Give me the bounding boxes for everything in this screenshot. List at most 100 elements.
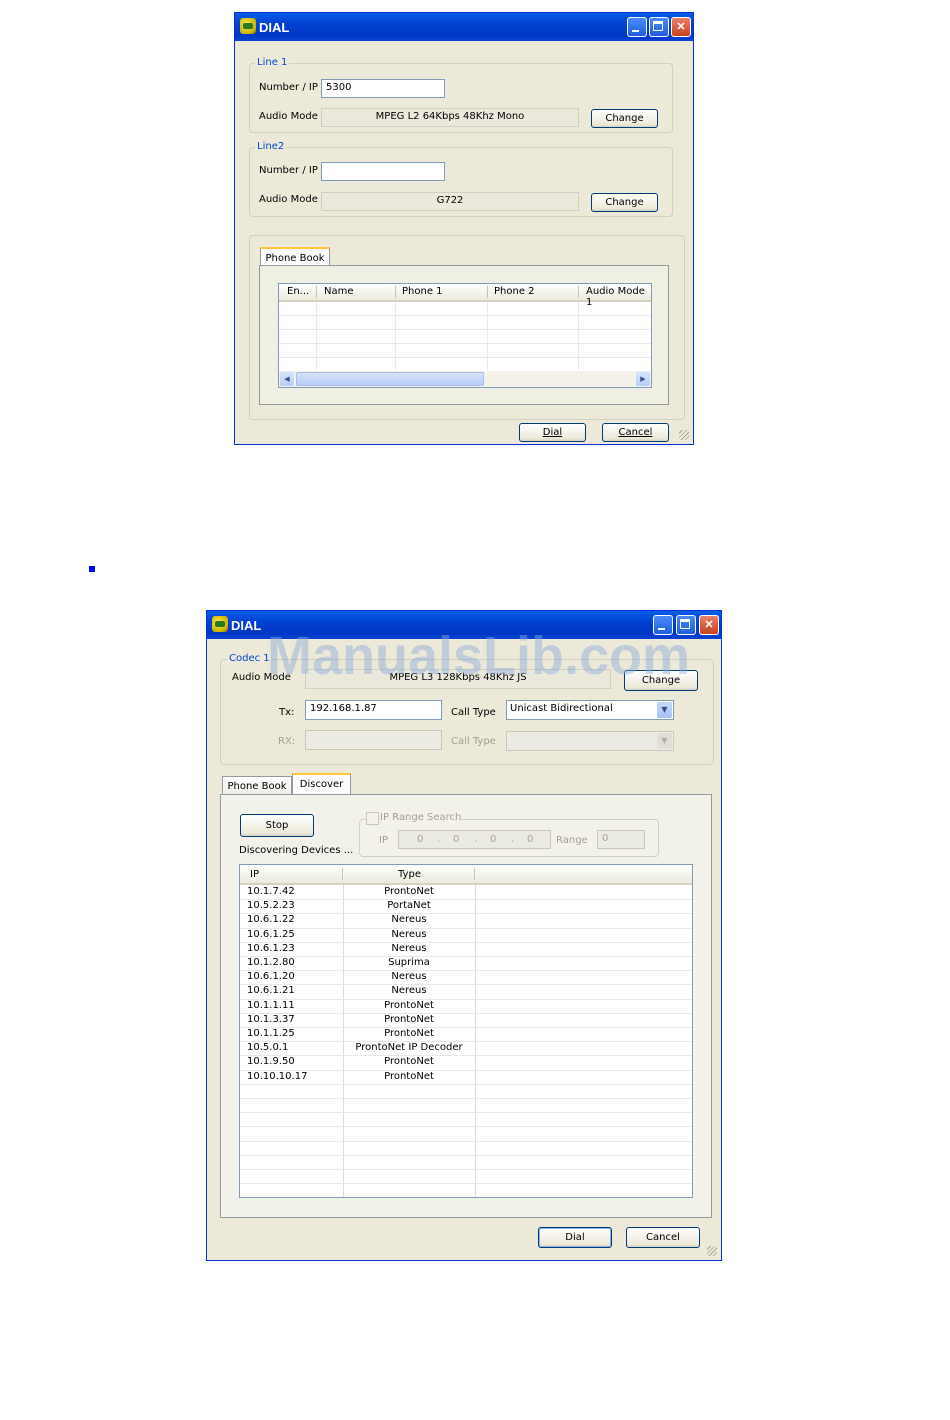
app-icon <box>240 18 256 34</box>
line2-audio-value: G722 <box>321 192 579 211</box>
dial-button[interactable]: Dial <box>538 1227 612 1248</box>
line2-change-button[interactable]: Change <box>591 193 658 212</box>
device-row[interactable]: 10.1.7.42 ProntoNet <box>240 886 692 900</box>
col-name[interactable]: Name <box>324 286 354 297</box>
minimize-button[interactable] <box>627 17 647 37</box>
device-ip: 10.6.1.23 <box>247 942 295 954</box>
cancel-button[interactable]: Cancel <box>626 1227 700 1248</box>
line1-audio-value: MPEG L2 64Kbps 48Khz Mono <box>321 108 579 127</box>
device-type: ProntoNet IP Decoder <box>355 1042 463 1054</box>
resize-grip[interactable] <box>707 1246 717 1256</box>
device-row[interactable]: 10.1.2.80 Suprima <box>240 957 692 971</box>
codec-legend: Codec 1 <box>227 653 272 664</box>
device-row[interactable]: 10.5.0.1 ProntoNet IP Decoder <box>240 1042 692 1056</box>
chevron-down-icon: ▼ <box>657 733 672 749</box>
phonebook-grid[interactable]: En... Name Phone 1 Phone 2 Audio Mode 1 … <box>278 283 652 388</box>
device-row[interactable]: 10.6.1.23 Nereus <box>240 943 692 957</box>
col-phone1[interactable]: Phone 1 <box>402 286 443 297</box>
device-row[interactable]: 10.1.1.11 ProntoNet <box>240 1000 692 1014</box>
device-row[interactable]: 10.5.2.23 PortaNet <box>240 900 692 914</box>
scroll-right-arrow[interactable]: ▶ <box>636 372 650 386</box>
chevron-down-icon[interactable]: ▼ <box>657 702 672 718</box>
device-ip: 10.5.0.1 <box>247 1042 289 1054</box>
device-ip: 10.1.9.50 <box>247 1056 295 1068</box>
close-button[interactable]: ✕ <box>699 615 719 635</box>
line1-change-button[interactable]: Change <box>591 109 658 128</box>
line2-number-label: Number / IP <box>259 165 318 176</box>
col-phone2[interactable]: Phone 2 <box>494 286 535 297</box>
device-ip: 10.1.2.80 <box>247 957 295 968</box>
device-row[interactable]: 10.6.1.20 Nereus <box>240 971 692 985</box>
cancel-button[interactable]: Cancel <box>602 423 669 442</box>
dialog-body: Line 1 Number / IP 5300 Audio Mode MPEG … <box>237 41 691 442</box>
device-ip: 10.6.1.22 <box>247 914 295 926</box>
list-bullet <box>89 566 95 572</box>
device-type: Nereus <box>391 942 427 954</box>
device-type: ProntoNet <box>384 999 434 1011</box>
dial-button[interactable]: Dial <box>519 423 586 442</box>
tab-phone-book[interactable]: Phone Book <box>222 776 292 796</box>
tx-label: Tx: <box>279 707 295 718</box>
range-field: 0 <box>597 830 645 849</box>
devices-list[interactable]: IP Type 10.1.7.42 ProntoNet 10.5.2.23 Porta… <box>239 864 693 1198</box>
horizontal-scrollbar[interactable]: ◀ ▶ <box>279 371 651 387</box>
device-type: ProntoNet <box>384 1013 434 1025</box>
call-type-value: Unicast Bidirectional <box>510 703 613 714</box>
stop-button[interactable]: Stop <box>240 814 314 837</box>
window-title: DIAL <box>259 20 290 35</box>
line1-number-label: Number / IP <box>259 82 318 93</box>
title-bar: DIAL ✕ <box>235 13 693 41</box>
rx-label: RX: <box>278 736 296 747</box>
device-row[interactable]: 10.6.1.25 Nereus <box>240 929 692 943</box>
device-ip: 10.6.1.25 <box>247 928 295 940</box>
call-type-2-select: ▼ <box>506 731 674 751</box>
status-text: Discovering Devices ... <box>239 845 354 856</box>
line1-number-field[interactable]: 5300 <box>321 79 445 98</box>
col-entry[interactable]: En... <box>287 286 309 297</box>
row-divider <box>240 1112 692 1114</box>
device-row[interactable]: 10.1.9.50 ProntoNet <box>240 1056 692 1070</box>
device-row[interactable]: 10.6.1.21 Nereus <box>240 985 692 999</box>
device-ip: 10.1.7.42 <box>247 886 295 897</box>
device-type: ProntoNet <box>384 1070 434 1082</box>
device-row[interactable]: 10.10.10.17 ProntoNet <box>240 1071 692 1085</box>
device-ip: 10.10.10.17 <box>247 1070 308 1082</box>
line1-audio-label: Audio Mode <box>259 111 318 122</box>
device-row[interactable]: 10.6.1.22 Nereus <box>240 914 692 928</box>
col-audio-mode-1[interactable]: Audio Mode 1 <box>586 286 651 308</box>
line2-legend: Line2 <box>255 141 287 152</box>
dial-dialog-2: DIAL ✕ Codec 1 Audio Mode MPEG L3 128Kbp… <box>206 610 722 1261</box>
scroll-thumb[interactable] <box>296 372 484 386</box>
device-row[interactable]: 10.1.3.37 ProntoNet <box>240 1014 692 1028</box>
ip-octet-4: 0 <box>527 834 534 845</box>
device-type: PortaNet <box>387 900 431 912</box>
tab-phone-book[interactable]: Phone Book <box>260 247 330 267</box>
line2-number-field[interactable] <box>321 162 445 181</box>
device-ip: 10.1.1.11 <box>247 999 295 1011</box>
col-ip[interactable]: IP <box>250 869 259 880</box>
scroll-left-arrow[interactable]: ◀ <box>280 372 294 386</box>
rx-field <box>305 730 442 750</box>
line2-audio-label: Audio Mode <box>259 194 318 205</box>
app-icon <box>212 616 228 632</box>
device-ip: 10.5.2.23 <box>247 900 295 912</box>
maximize-button[interactable] <box>649 17 669 37</box>
range-label: Range <box>556 835 588 846</box>
resize-grip[interactable] <box>679 430 689 440</box>
list-header: IP Type <box>240 865 692 885</box>
col-type[interactable]: Type <box>398 869 421 880</box>
call-type-select[interactable]: Unicast Bidirectional ▼ <box>506 700 674 720</box>
ip-octet-2: 0 <box>453 834 460 845</box>
device-type: Suprima <box>388 957 430 968</box>
ip-range-checkbox[interactable] <box>366 812 379 825</box>
watermark: ManualsLib.com <box>267 626 691 686</box>
close-button[interactable]: ✕ <box>671 17 691 37</box>
dial-dialog-1: DIAL ✕ Line 1 Number / IP 5300 Audio Mod… <box>234 12 694 445</box>
tab-discover[interactable]: Discover <box>292 773 351 796</box>
dialog-body: Codec 1 Audio Mode MPEG L3 128Kbps 48Khz… <box>209 639 719 1258</box>
device-type: ProntoNet <box>384 1028 434 1039</box>
device-type: Nereus <box>391 971 427 983</box>
device-row[interactable]: 10.1.1.25 ProntoNet <box>240 1028 692 1042</box>
tx-field[interactable]: 192.168.1.87 <box>305 700 442 720</box>
row-divider <box>240 1154 692 1156</box>
